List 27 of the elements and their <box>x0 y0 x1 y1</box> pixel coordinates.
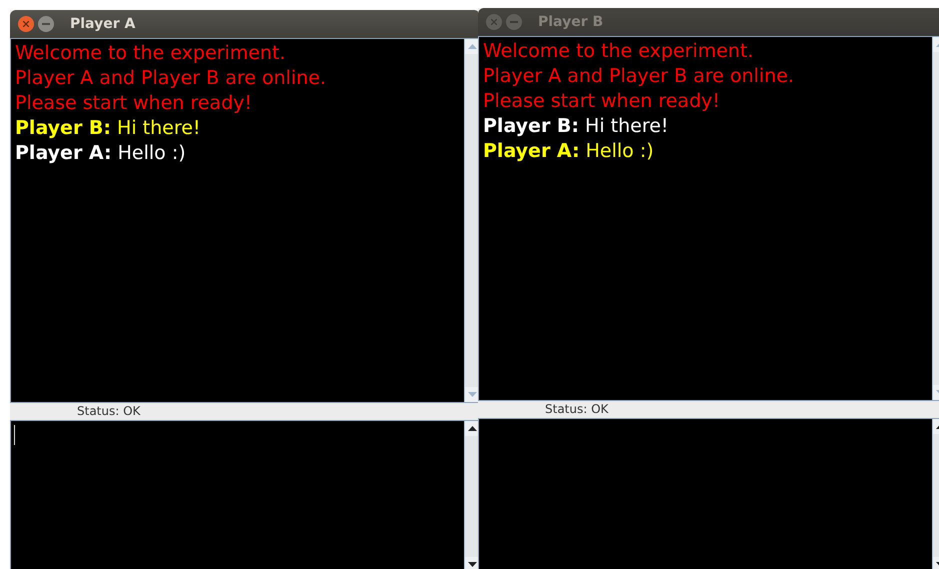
scroll-down-button[interactable] <box>464 387 480 402</box>
chat-message: Player B: Hi there! <box>15 116 202 141</box>
window-title: Player A <box>70 14 136 34</box>
minimize-icon <box>42 23 50 25</box>
minimize-button[interactable] <box>38 16 54 32</box>
status-text: Status: OK <box>544 401 610 418</box>
chat-message: Player B: Hi there! <box>483 114 670 139</box>
system-message: Player A and Player B are online. <box>483 64 795 89</box>
system-message: Player A and Player B are online. <box>15 66 327 91</box>
window-title: Player B <box>538 12 604 32</box>
minimize-icon <box>510 21 518 23</box>
status-text: Status: OK <box>76 403 142 420</box>
scrollbar[interactable] <box>464 39 479 402</box>
close-icon <box>491 19 497 25</box>
arrow-up-icon <box>468 44 476 49</box>
chat-message: Player A: Hello :) <box>15 141 187 166</box>
system-message: Please start when ready! <box>15 91 253 116</box>
arrow-down-icon <box>468 392 476 397</box>
close-button[interactable] <box>18 16 34 32</box>
close-icon <box>23 21 29 27</box>
minimize-button[interactable] <box>506 14 522 30</box>
system-message: Please start when ready! <box>483 89 721 114</box>
scroll-up-button[interactable] <box>464 39 480 54</box>
system-message: Welcome to the experiment. <box>15 41 286 66</box>
system-message: Welcome to the experiment. <box>483 39 754 64</box>
chat-message: Player A: Hello :) <box>483 139 655 164</box>
close-button[interactable] <box>486 14 502 30</box>
